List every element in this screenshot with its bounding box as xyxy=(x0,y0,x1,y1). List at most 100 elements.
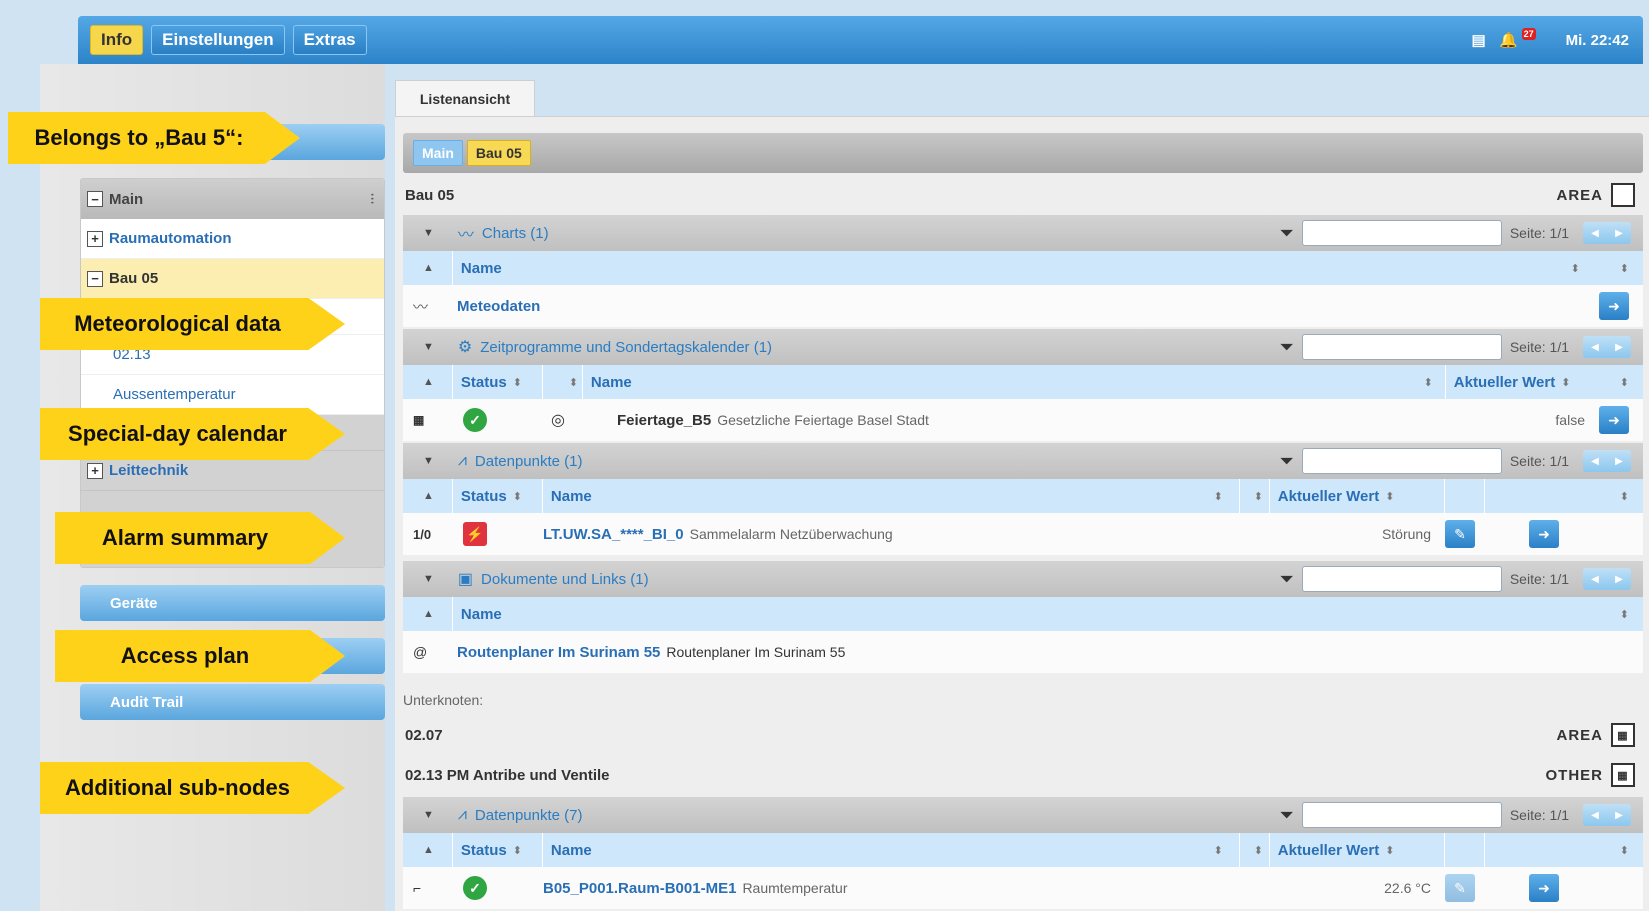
search-input[interactable] xyxy=(1301,220,1502,246)
col-status[interactable]: Status ⬍ xyxy=(451,479,542,513)
search-input[interactable] xyxy=(1301,334,1502,360)
tree-item-raumautomation[interactable]: + Raumautomation xyxy=(81,219,384,259)
filter-icon[interactable]: ⫶ xyxy=(371,191,375,208)
sidebar-bar-audit-trail[interactable]: Audit Trail xyxy=(80,684,385,720)
open-details-icon[interactable]: ➜ xyxy=(1599,406,1629,434)
next-icon[interactable]: ▶ xyxy=(1607,804,1631,826)
col-icon[interactable]: ⬍ xyxy=(1238,833,1269,867)
expand-grid-icon[interactable]: ▦ xyxy=(1611,723,1635,747)
filter-icon[interactable]: ⏷ xyxy=(1279,223,1293,244)
col-status[interactable]: Status ⬍ xyxy=(451,833,542,867)
open-details-icon[interactable]: ➜ xyxy=(1599,292,1629,320)
pager-buttons[interactable]: ◀ ▶ xyxy=(1583,568,1631,590)
collapse-arrow-icon[interactable]: ▼ xyxy=(423,573,434,585)
breadcrumb-bau-05[interactable]: Bau 05 xyxy=(466,140,531,166)
tab-einstellungen[interactable]: Einstellungen xyxy=(151,25,285,55)
sort-icon[interactable]: ⬍ xyxy=(1214,490,1223,503)
sort-icon[interactable]: ⬍ xyxy=(1214,844,1223,857)
row-name[interactable]: Routenplaner Im Surinam 55 xyxy=(457,644,660,661)
pager-buttons[interactable]: ◀ ▶ xyxy=(1583,804,1631,826)
collapse-arrow-icon[interactable]: ▼ xyxy=(423,809,434,821)
sort-icon[interactable]: ⬍ xyxy=(513,844,522,857)
sort-icon[interactable]: ⬍ xyxy=(1254,844,1263,857)
edit-pencil-icon[interactable]: ✎ xyxy=(1445,874,1475,902)
section-charts-header[interactable]: ▼ 〰 Charts (1) ⏷ Seite: 1/1 ◀ ▶ xyxy=(403,215,1643,251)
collapse-icon[interactable]: − xyxy=(87,270,103,287)
sidebar-bar-geraete[interactable]: Geräte xyxy=(80,585,385,621)
subnode-row[interactable]: 02.07 AREA ▦ xyxy=(403,715,1643,755)
tab-extras[interactable]: Extras xyxy=(292,25,367,55)
next-icon[interactable]: ▶ xyxy=(1607,568,1631,590)
sort-icon[interactable]: ⬍ xyxy=(1254,490,1263,503)
row-name[interactable]: Meteodaten xyxy=(457,298,540,315)
sort-icon[interactable]: ⬍ xyxy=(1620,262,1629,275)
sort-icon[interactable]: ⬍ xyxy=(1620,490,1629,503)
sort-icon[interactable]: ⬍ xyxy=(1424,376,1433,389)
col-name[interactable]: Name xyxy=(541,833,1208,867)
tab-listenansicht[interactable]: Listenansicht xyxy=(395,80,535,116)
sort-up-icon[interactable]: ▲ xyxy=(423,608,434,620)
collapse-arrow-icon[interactable]: ▼ xyxy=(423,455,434,467)
sort-icon[interactable]: ⬍ xyxy=(1385,490,1394,503)
filter-icon[interactable]: ⏷ xyxy=(1279,805,1293,826)
prev-icon[interactable]: ◀ xyxy=(1583,222,1607,244)
section-zeit-header[interactable]: ▼ ⚙ Zeitprogramme und Sondertagskalender… xyxy=(403,329,1643,365)
col-name[interactable]: Name xyxy=(541,479,1208,513)
pager-buttons[interactable]: ◀ ▶ xyxy=(1583,336,1631,358)
next-icon[interactable]: ▶ xyxy=(1607,450,1631,472)
collapse-icon[interactable]: − xyxy=(87,191,103,207)
sort-icon[interactable]: ⬍ xyxy=(1620,844,1629,857)
col-icon[interactable]: ⬍ xyxy=(1238,479,1269,513)
prev-icon[interactable]: ◀ xyxy=(1583,450,1607,472)
expand-grid-icon[interactable]: ▦ xyxy=(1611,763,1635,787)
sort-icon[interactable]: ⬍ xyxy=(1385,844,1394,857)
breadcrumb-main[interactable]: Main xyxy=(413,140,463,166)
tab-info[interactable]: Info xyxy=(90,25,144,55)
pager-buttons[interactable]: ◀ ▶ xyxy=(1583,222,1631,244)
open-details-icon[interactable]: ➜ xyxy=(1529,874,1559,902)
table-row[interactable]: 〰 Meteodaten ➜ xyxy=(403,285,1643,327)
row-name[interactable]: LT.UW.SA_****_BI_0 xyxy=(543,526,684,543)
sort-icon[interactable]: ⬍ xyxy=(513,376,522,389)
col-icon[interactable]: ⬍ xyxy=(541,365,582,399)
sort-icon[interactable]: ⬍ xyxy=(569,376,578,389)
sort-icon[interactable]: ⬍ xyxy=(1561,376,1570,389)
tree-item-bau-05[interactable]: − Bau 05 xyxy=(81,259,384,299)
search-input[interactable] xyxy=(1301,802,1502,828)
sort-up-icon[interactable]: ▲ xyxy=(423,262,434,274)
alarm-bell-icon[interactable]: 🔔 xyxy=(1499,31,1518,49)
sort-icon[interactable]: ⬍ xyxy=(513,490,522,503)
expand-icon[interactable]: + xyxy=(87,462,103,479)
sort-up-icon[interactable]: ▲ xyxy=(423,844,434,856)
table-row[interactable]: @ Routenplaner Im Surinam 55 Routenplane… xyxy=(403,631,1643,673)
expand-icon[interactable]: + xyxy=(87,230,103,247)
search-input[interactable] xyxy=(1301,566,1502,592)
prev-icon[interactable]: ◀ xyxy=(1583,804,1607,826)
col-name[interactable]: Name xyxy=(581,365,1418,399)
area-checkbox-icon[interactable] xyxy=(1611,183,1635,207)
col-value[interactable]: Aktueller Wert ⬍ xyxy=(1444,365,1600,399)
sort-icon[interactable]: ⬍ xyxy=(1620,376,1629,389)
table-row[interactable]: ⌐ ✓ B05_P001.Raum-B001-ME1 Raumtemperatu… xyxy=(403,867,1643,909)
filter-icon[interactable]: ⏷ xyxy=(1279,569,1293,590)
prev-icon[interactable]: ◀ xyxy=(1583,336,1607,358)
col-name[interactable]: Name xyxy=(451,597,1614,631)
sort-up-icon[interactable]: ▲ xyxy=(423,376,434,388)
section-datenpunkte2-header[interactable]: ▼ ⩘ Datenpunkte (7) ⏷ Seite: 1/1 ◀ ▶ xyxy=(403,797,1643,833)
table-row[interactable]: ▦ ✓ ◎ Feiertage_B5 Gesetzliche Feiertage… xyxy=(403,399,1643,441)
section-datenpunkte-header[interactable]: ▼ ⩘ Datenpunkte (1) ⏷ Seite: 1/1 ◀ ▶ xyxy=(403,443,1643,479)
collapse-arrow-icon[interactable]: ▼ xyxy=(423,341,434,353)
sort-icon[interactable]: ⬍ xyxy=(1620,608,1629,621)
row-name[interactable]: B05_P001.Raum-B001-ME1 xyxy=(543,880,736,897)
pager-buttons[interactable]: ◀ ▶ xyxy=(1583,450,1631,472)
table-row[interactable]: 1/0 ⚡ LT.UW.SA_****_BI_0 Sammelalarm Net… xyxy=(403,513,1643,555)
prev-icon[interactable]: ◀ xyxy=(1583,568,1607,590)
collapse-arrow-icon[interactable]: ▼ xyxy=(423,227,434,239)
filter-icon[interactable]: ⏷ xyxy=(1279,451,1293,472)
next-icon[interactable]: ▶ xyxy=(1607,336,1631,358)
col-value[interactable]: Aktueller Wert ⬍ xyxy=(1268,833,1444,867)
sort-up-icon[interactable]: ▲ xyxy=(423,490,434,502)
document-icon[interactable]: ▤ xyxy=(1470,31,1488,49)
subnode-name[interactable]: 02.13 PM Antribe und Ventile xyxy=(405,767,610,784)
subnode-name[interactable]: 02.07 xyxy=(405,727,443,744)
